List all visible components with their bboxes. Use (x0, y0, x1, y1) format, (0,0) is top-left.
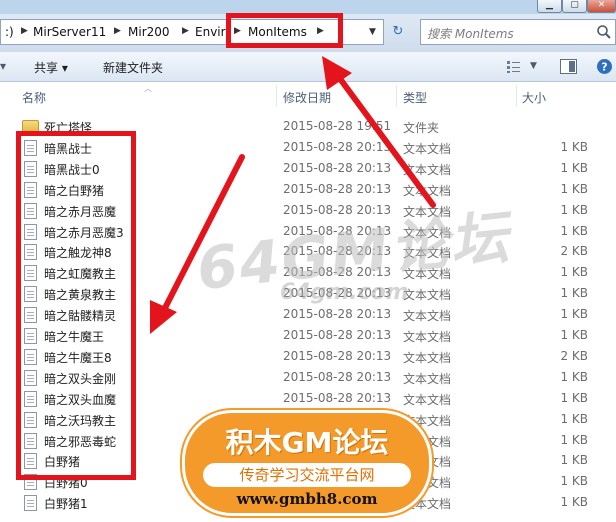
forum-badge: 积木GM论坛 传奇学习交流平台网 www.gmbh8.com (182, 410, 432, 516)
arrow-to-address-icon (322, 56, 436, 208)
badge-url: www.gmbh8.com (236, 490, 378, 508)
badge-subtitle: 传奇学习交流平台网 (203, 463, 411, 487)
badge-title: 积木GM论坛 (225, 426, 389, 459)
arrow-to-file-list-icon (150, 154, 245, 334)
